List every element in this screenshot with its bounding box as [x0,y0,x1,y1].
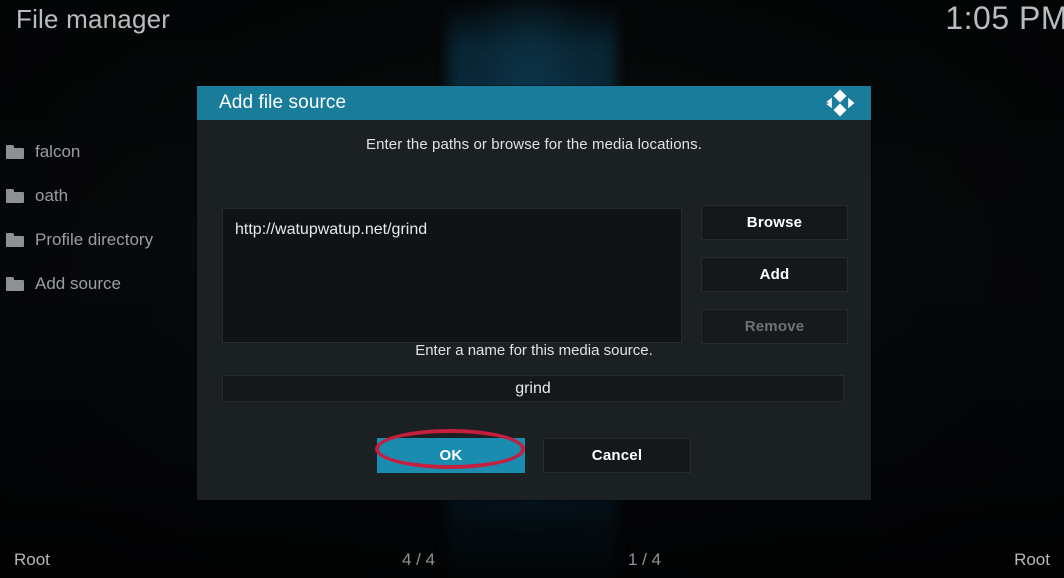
ok-button[interactable]: OK [377,438,525,473]
list-item[interactable]: http://watupwatup.net/grind [223,209,681,239]
status-left-count: 4 / 4 [402,550,435,570]
status-bar: Root 4 / 4 1 / 4 Root [0,544,1064,578]
remove-button: Remove [701,309,848,344]
paths-actions: Browse Add Remove [701,205,848,361]
dialog-footer: OK Cancel [197,438,871,473]
kodi-screen: File manager 1:05 PM falcon oath Profile… [0,0,1064,578]
dialog-title: Add file source [219,92,346,114]
sidebar-item-add-source[interactable]: Add source [0,262,196,306]
sidebar-item-label: oath [35,186,68,206]
dialog-header: Add file source [197,86,871,120]
kodi-logo-icon [825,89,855,117]
clock: 1:05 PM [945,0,1064,37]
paths-hint-label: Enter the paths or browse for the media … [197,120,871,153]
name-hint-label: Enter a name for this media source. [197,342,871,359]
sidebar-item-profile-directory[interactable]: Profile directory [0,218,196,262]
browse-button[interactable]: Browse [701,205,848,240]
folder-icon [6,233,24,247]
folder-icon [6,189,24,203]
sidebar-item-oath[interactable]: oath [0,174,196,218]
sidebar-item-label: Profile directory [35,230,153,250]
add-button[interactable]: Add [701,257,848,292]
status-right-path: Root [1014,550,1050,570]
sidebar-item-label: Add source [35,274,121,294]
sidebar-item-label: falcon [35,142,80,162]
dialog-body: Enter the paths or browse for the media … [197,120,871,500]
cancel-button[interactable]: Cancel [543,438,691,473]
paths-list[interactable]: http://watupwatup.net/grind [222,208,682,343]
source-name-input[interactable]: grind [222,375,844,402]
add-file-source-dialog: Add file source Enter the paths or brows… [197,86,871,500]
folder-icon [6,277,24,291]
status-left-path: Root [14,550,50,570]
file-list-left-pane: falcon oath Profile directory Add source [0,130,196,306]
paths-row: http://watupwatup.net/grind Browse Add R… [222,208,848,343]
sidebar-item-falcon[interactable]: falcon [0,130,196,174]
page-title: File manager [16,4,170,35]
status-right-count: 1 / 4 [628,550,661,570]
folder-icon [6,145,24,159]
top-bar: File manager 1:05 PM [0,0,1064,44]
